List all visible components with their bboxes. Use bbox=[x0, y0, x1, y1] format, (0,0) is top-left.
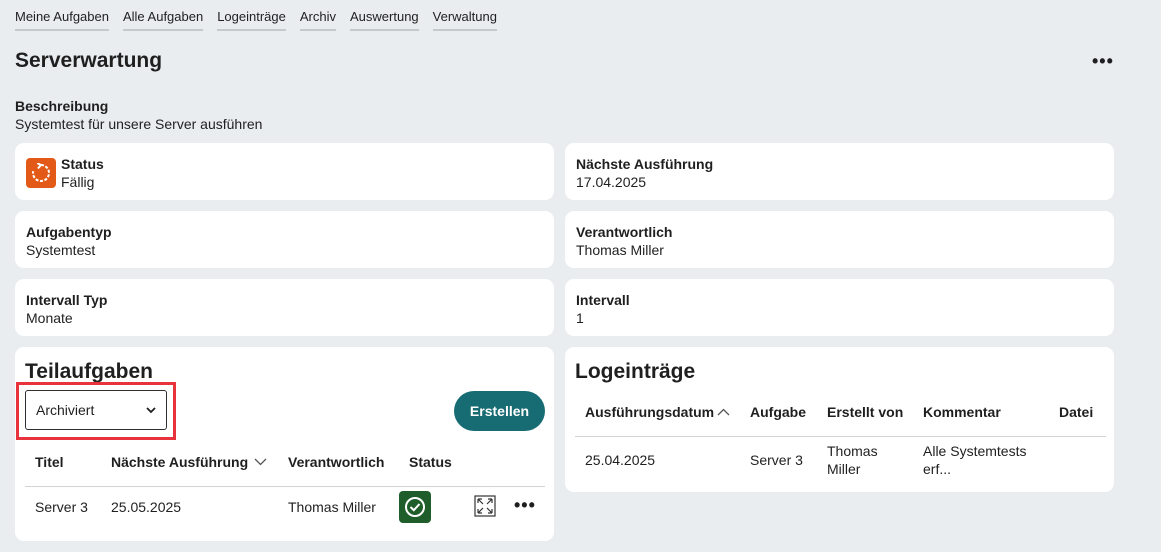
create-subtask-button[interactable]: Erstellen bbox=[454, 391, 545, 431]
divider bbox=[25, 486, 545, 487]
status-due-icon bbox=[26, 158, 56, 188]
interval-type-card: Intervall Typ Monate bbox=[15, 279, 554, 336]
status-card: Status Fällig bbox=[15, 143, 554, 200]
row-more-icon[interactable]: ••• bbox=[514, 496, 536, 514]
log-comment-line2: erf... bbox=[923, 461, 952, 477]
col-execution-date[interactable]: Ausführungsdatum bbox=[585, 404, 730, 420]
status-value: Fällig bbox=[61, 174, 95, 190]
nav-logeintraege[interactable]: Logeinträge bbox=[217, 9, 286, 31]
top-navigation: Meine Aufgaben Alle Aufgaben Logeinträge… bbox=[15, 9, 497, 31]
col-title[interactable]: Titel bbox=[35, 454, 64, 470]
subtask-filter-select[interactable]: Archiviert bbox=[25, 390, 167, 430]
nav-meine-aufgaben[interactable]: Meine Aufgaben bbox=[15, 9, 109, 31]
description: Beschreibung Systemtest für unsere Serve… bbox=[15, 97, 262, 133]
log-date: 25.04.2025 bbox=[585, 452, 656, 468]
next-execution-label: Nächste Ausführung bbox=[576, 156, 714, 172]
col-comment[interactable]: Kommentar bbox=[923, 404, 1001, 420]
subtasks-card: Teilaufgaben Archiviert Erstellen Titel … bbox=[15, 347, 554, 541]
interval-label: Intervall bbox=[576, 292, 630, 308]
log-comment-line1: Alle Systemtests bbox=[923, 443, 1027, 459]
interval-type-value: Monate bbox=[26, 310, 73, 326]
interval-card: Intervall 1 bbox=[565, 279, 1114, 336]
responsible-card: Verantwortlich Thomas Miller bbox=[565, 211, 1114, 268]
chevron-down-icon bbox=[146, 406, 156, 413]
col-created-by[interactable]: Erstellt von bbox=[827, 404, 903, 420]
col-next-execution[interactable]: Nächste Ausführung bbox=[111, 454, 267, 470]
logs-card: Logeinträge Ausführungsdatum Aufgabe Ers… bbox=[565, 347, 1114, 492]
task-type-value: Systemtest bbox=[26, 242, 96, 258]
next-execution-value: 17.04.2025 bbox=[576, 174, 647, 190]
responsible-value: Thomas Miller bbox=[576, 242, 664, 258]
page-more-icon[interactable]: ••• bbox=[1092, 52, 1114, 70]
log-comment: Alle Systemtests erf... bbox=[923, 442, 1026, 478]
page-title: Serverwartung bbox=[15, 49, 163, 72]
divider bbox=[575, 436, 1106, 437]
description-value: Systemtest für unsere Server ausführen bbox=[15, 116, 263, 132]
row-next-execution: 25.05.2025 bbox=[111, 499, 182, 515]
col-task[interactable]: Aufgabe bbox=[750, 404, 806, 420]
row-title: Server 3 bbox=[35, 499, 88, 515]
status-label: Status bbox=[61, 156, 104, 172]
description-label: Beschreibung bbox=[15, 98, 109, 114]
expand-icon[interactable] bbox=[474, 495, 496, 522]
col-responsible[interactable]: Verantwortlich bbox=[288, 454, 384, 470]
col-next-execution-label: Nächste Ausführung bbox=[111, 454, 249, 470]
col-status[interactable]: Status bbox=[409, 454, 452, 470]
log-creator: Thomas Miller bbox=[827, 442, 878, 478]
sort-up-icon bbox=[717, 408, 730, 416]
logs-title: Logeinträge bbox=[575, 360, 696, 383]
task-type-label: Aufgabentyp bbox=[26, 224, 112, 240]
nav-alle-aufgaben[interactable]: Alle Aufgaben bbox=[122, 9, 204, 31]
nav-archiv[interactable]: Archiv bbox=[299, 9, 336, 31]
col-file[interactable]: Datei bbox=[1059, 404, 1093, 420]
row-responsible: Thomas Miller bbox=[288, 499, 376, 515]
task-type-card: Aufgabentyp Systemtest bbox=[15, 211, 554, 268]
interval-type-label: Intervall Typ bbox=[26, 292, 108, 308]
subtasks-title: Teilaufgaben bbox=[25, 360, 153, 383]
interval-value: 1 bbox=[576, 310, 584, 326]
log-creator-line1: Thomas bbox=[827, 443, 878, 459]
next-execution-card: Nächste Ausführung 17.04.2025 bbox=[565, 143, 1114, 200]
sort-down-icon bbox=[254, 458, 267, 466]
log-creator-line2: Miller bbox=[827, 461, 861, 477]
nav-auswertung[interactable]: Auswertung bbox=[350, 9, 419, 31]
subtask-filter-value: Archiviert bbox=[36, 402, 95, 418]
status-done-icon bbox=[399, 491, 431, 523]
col-execution-date-label: Ausführungsdatum bbox=[585, 404, 715, 420]
log-task: Server 3 bbox=[750, 452, 803, 468]
responsible-label: Verantwortlich bbox=[576, 224, 673, 240]
nav-verwaltung[interactable]: Verwaltung bbox=[432, 9, 497, 31]
